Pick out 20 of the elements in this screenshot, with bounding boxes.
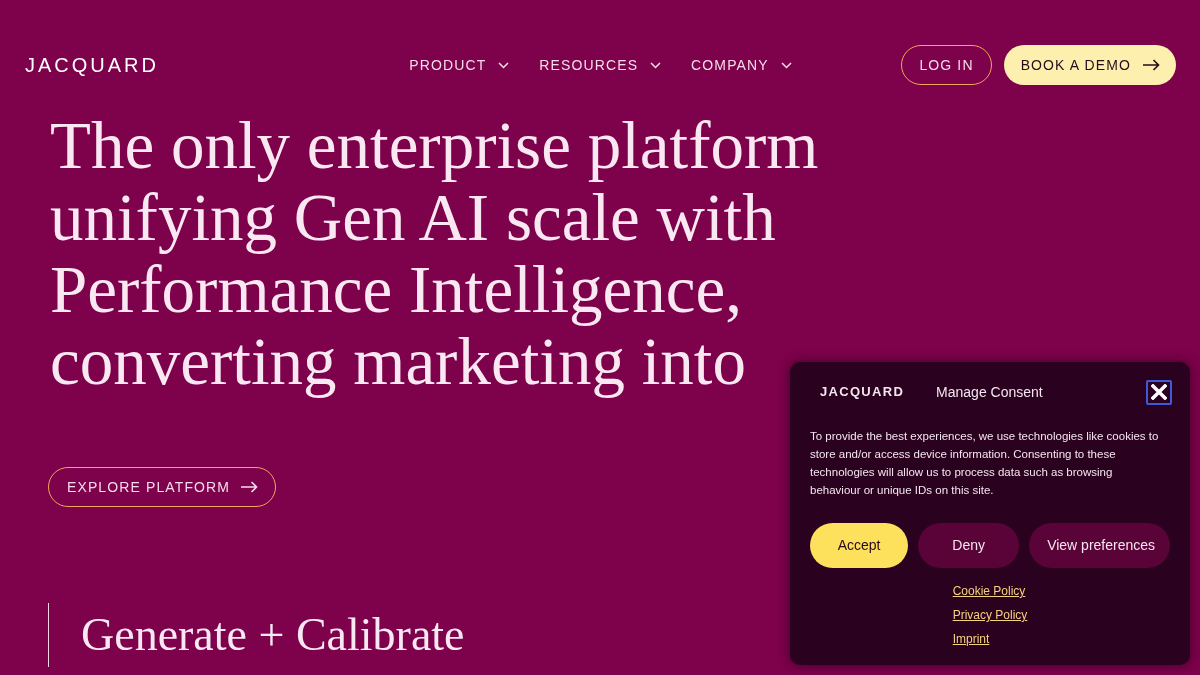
consent-text: To provide the best experiences, we use technologies like cookies to store and/or access device information. Consenting to these technologies will allow us to process data such as browsing behaviour or unique IDs on this site. [810,429,1160,498]
consent-button[interactable]: View preferences [1029,523,1170,568]
consent-button[interactable]: Deny [918,523,1020,568]
policy-link[interactable]: Cookie Policy [952,582,1026,600]
nav-menu-item[interactable]: RESOURCES [539,54,662,76]
policy-link[interactable]: Imprint [952,630,990,648]
section-heading: Generate + Calibrate [81,612,465,658]
headline: The only enterprise platform unifying Gen AI scale with Performance Intelligence, converting marketing into [50,109,819,397]
close-icon [1151,384,1167,400]
logo[interactable]: JACQUARD [25,55,159,75]
close-button[interactable] [1146,379,1172,405]
consent-brand: JACQUARD [820,383,905,402]
policy-link[interactable]: Privacy Policy [952,606,1028,624]
nav-menu-item[interactable]: COMPANY [691,54,792,76]
book-demo-button[interactable]: BOOK A DEMO [1003,45,1176,85]
arrow-right-icon [241,481,259,493]
nav-menu-item[interactable]: PRODUCT [409,54,510,76]
accept-button[interactable]: Accept [810,523,909,568]
arrow-right-icon [1143,59,1160,71]
consent-title: Manage Consent [936,382,1043,402]
